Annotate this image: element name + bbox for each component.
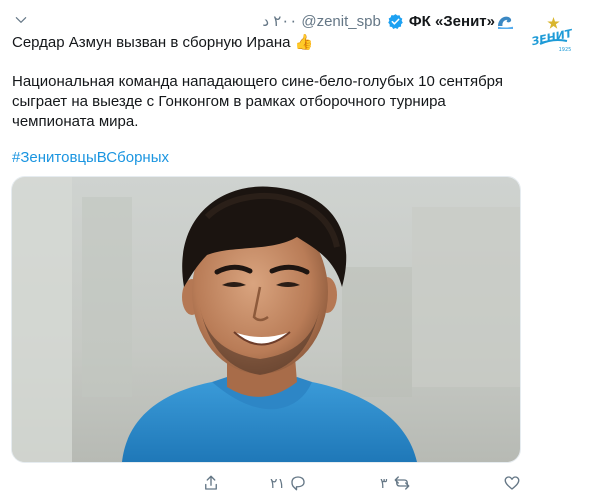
- wave-emoji-icon: [498, 16, 513, 29]
- reply-icon: [291, 476, 305, 491]
- retweet-icon: [394, 476, 409, 490]
- tweet-time[interactable]: ٢٠٠ د: [262, 12, 297, 30]
- tweet-photo[interactable]: [11, 176, 521, 463]
- tweet-actions: ٢١ ٣: [0, 472, 597, 492]
- tweet-paragraph: Национальная команда нападающего сине-бе…: [12, 73, 503, 130]
- share-button[interactable]: [202, 474, 220, 492]
- heart-icon: [504, 476, 520, 490]
- tweet-text-line1: Сердар Азмун вызван в сборную Ирана 👍: [12, 33, 532, 53]
- verified-badge-icon: [388, 13, 403, 29]
- thumbs-up-emoji: 👍: [294, 34, 314, 51]
- avatar[interactable]: ЗЕНИТ 1925: [527, 8, 580, 61]
- tweet-header: ٢٠٠ د @zenit_spb ФК «Зенит»: [262, 10, 515, 32]
- player-photo: [12, 177, 520, 462]
- author-handle[interactable]: @zenit_spb: [301, 13, 380, 30]
- zenit-logo-icon: ЗЕНИТ 1925: [527, 8, 580, 61]
- like-button[interactable]: [503, 474, 521, 492]
- svg-text:1925: 1925: [559, 47, 572, 53]
- author-display-name[interactable]: ФК «Зенит»: [409, 13, 495, 30]
- hashtag-link[interactable]: #ЗенитовцыВСборных: [12, 149, 169, 166]
- share-icon: [205, 475, 217, 490]
- retweet-button[interactable]: ٣: [380, 474, 411, 492]
- retweet-count: ٣: [380, 474, 388, 491]
- tweet[interactable]: ٢٠٠ د @zenit_spb ФК «Зенит» ЗЕНИТ 1925 С…: [0, 0, 597, 492]
- reply-count: ٢١: [270, 474, 286, 491]
- reply-button[interactable]: ٢١: [270, 474, 307, 492]
- chevron-down-icon[interactable]: [14, 13, 28, 27]
- tweet-headline: Сердар Азмун вызван в сборную Ирана: [12, 34, 291, 51]
